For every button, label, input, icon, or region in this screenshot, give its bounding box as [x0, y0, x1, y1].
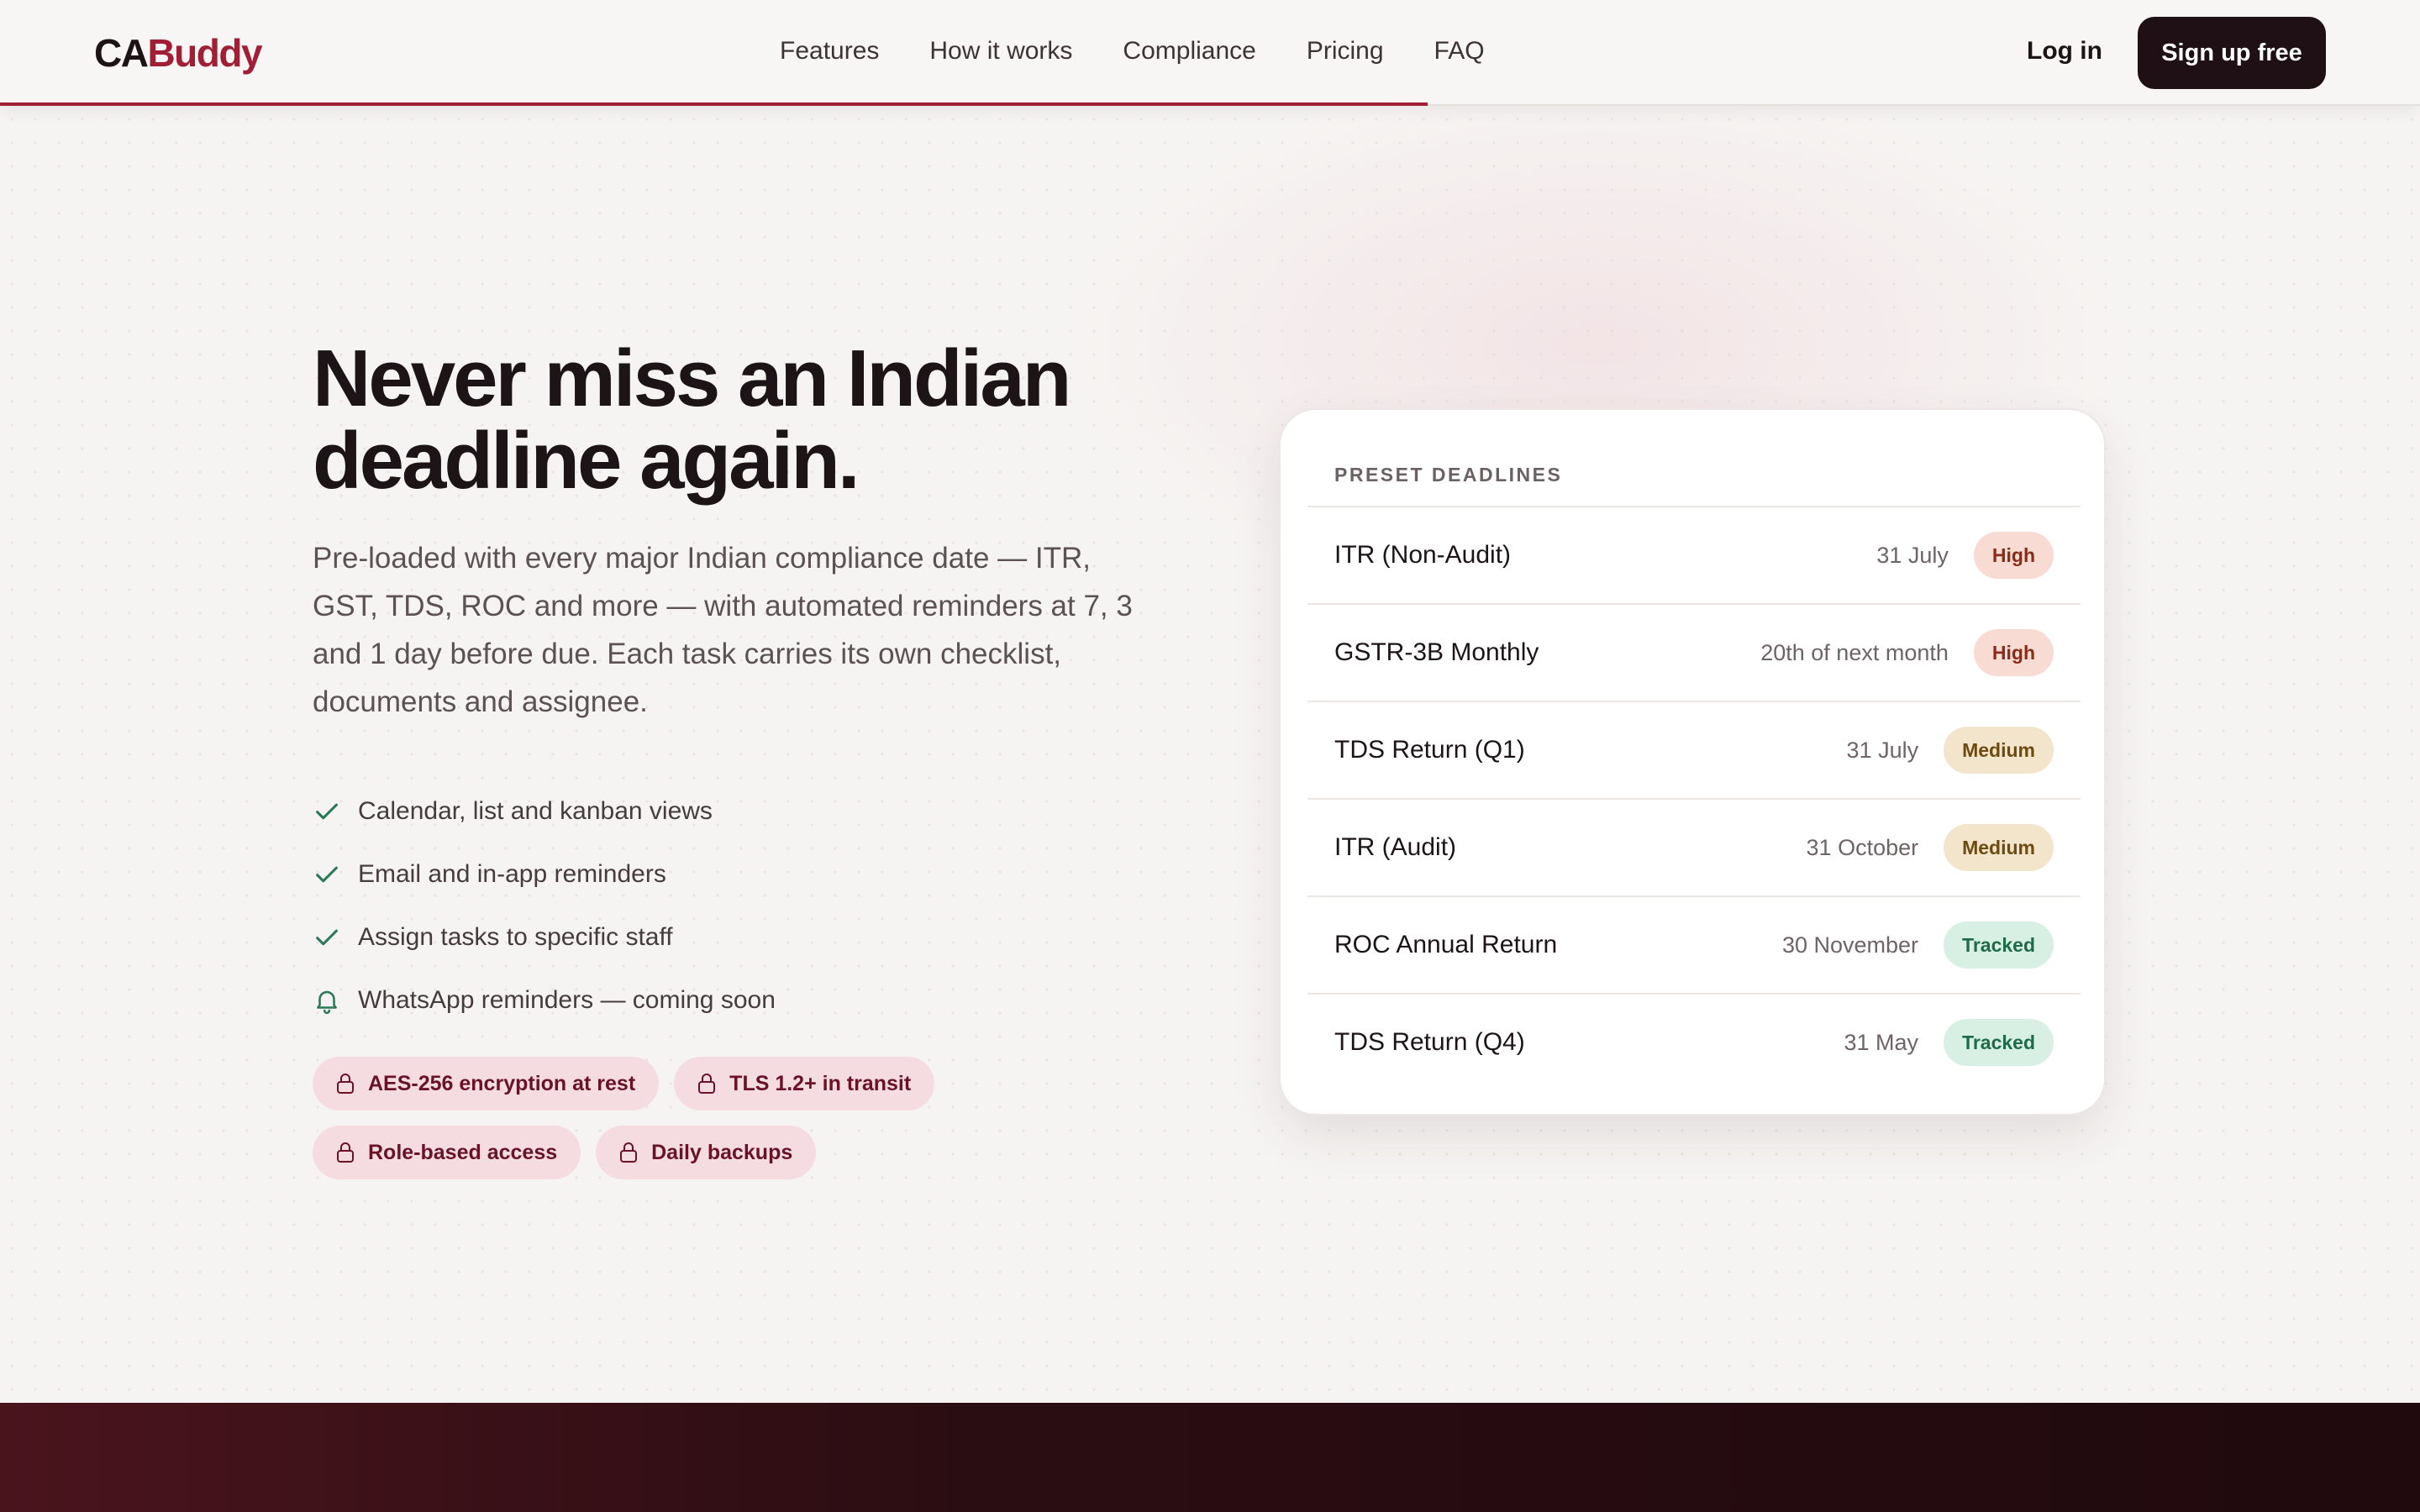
deadline-row: GSTR-3B Monthly 20th of next month High — [1307, 603, 2081, 701]
deadline-name: ROC Annual Return — [1334, 931, 1558, 958]
scroll-progress-bar — [0, 102, 1428, 106]
security-chip: Daily backups — [596, 1126, 817, 1179]
deadline-date: 31 July — [1876, 542, 1949, 568]
main-nav: Features How it works Compliance Pricing… — [780, 37, 1485, 66]
feature-item: WhatsApp reminders — coming soon — [313, 969, 776, 1032]
next-section-band — [0, 1403, 2420, 1512]
deadline-name: TDS Return (Q1) — [1334, 736, 1525, 764]
priority-badge: High — [1973, 532, 2054, 579]
deadline-date: 20th of next month — [1760, 639, 1949, 665]
lock-icon — [336, 1142, 355, 1163]
security-chip: Role-based access — [313, 1126, 581, 1179]
security-chip: AES-256 encryption at rest — [313, 1057, 660, 1110]
nav-link-features[interactable]: Features — [780, 37, 879, 66]
deadline-date: 31 May — [1844, 1029, 1919, 1055]
deadline-name: ITR (Audit) — [1334, 833, 1457, 861]
chip-text: TLS 1.2+ in transit — [729, 1071, 912, 1095]
card-heading: PRESET DEADLINES — [1334, 464, 1563, 486]
deadline-name: GSTR-3B Monthly — [1334, 638, 1539, 666]
priority-badge: High — [1973, 629, 2054, 676]
logo-text-dark: CA — [94, 31, 149, 75]
feature-item: Assign tasks to specific staff — [313, 906, 776, 969]
signup-button[interactable]: Sign up free — [2138, 17, 2326, 89]
feature-text: WhatsApp reminders — coming soon — [358, 985, 776, 1014]
deadline-date: 31 July — [1846, 737, 1919, 763]
security-chips: AES-256 encryption at rest TLS 1.2+ in t… — [313, 1057, 951, 1179]
lock-icon — [697, 1073, 716, 1095]
feature-item: Email and in-app reminders — [313, 843, 776, 906]
deadline-row: TDS Return (Q1) 31 July Medium — [1307, 701, 2081, 798]
feature-text: Calendar, list and kanban views — [358, 796, 713, 825]
chip-text: Role-based access — [368, 1140, 558, 1164]
check-icon — [313, 797, 341, 826]
feature-text: Assign tasks to specific staff — [358, 922, 673, 951]
security-chip: TLS 1.2+ in transit — [674, 1057, 935, 1110]
deadline-list: ITR (Non-Audit) 31 July High GSTR-3B Mon… — [1307, 506, 2081, 1090]
deadline-row: TDS Return (Q4) 31 May Tracked — [1307, 993, 2081, 1090]
priority-badge: Medium — [1944, 727, 2054, 774]
deadline-date: 31 October — [1806, 834, 1919, 860]
hero-subtitle: Pre-loaded with every major Indian compl… — [313, 542, 1133, 718]
deadline-date: 30 November — [1781, 932, 1919, 958]
preset-deadlines-card: PRESET DEADLINES ITR (Non-Audit) 31 July… — [1279, 408, 2106, 1116]
deadline-name: TDS Return (Q4) — [1334, 1028, 1525, 1056]
priority-badge: Tracked — [1944, 921, 2054, 969]
deadline-row: ITR (Non-Audit) 31 July High — [1307, 506, 2081, 603]
deadline-row: ITR (Audit) 31 October Medium — [1307, 798, 2081, 895]
priority-badge: Medium — [1944, 824, 2054, 871]
feature-list: Calendar, list and kanban views Email an… — [313, 780, 776, 1032]
nav-link-compliance[interactable]: Compliance — [1123, 37, 1255, 66]
deadline-row: ROC Annual Return 30 November Tracked — [1307, 895, 2081, 993]
nav-link-how-it-works[interactable]: How it works — [929, 37, 1072, 66]
feature-text: Email and in-app reminders — [358, 859, 666, 888]
logo[interactable]: CABuddy — [94, 30, 263, 76]
nav-link-pricing[interactable]: Pricing — [1307, 37, 1384, 66]
lock-icon — [619, 1142, 638, 1163]
site-header: CABuddy Features How it works Compliance… — [0, 0, 2420, 106]
lock-icon — [336, 1073, 355, 1095]
check-icon — [313, 923, 341, 952]
login-link[interactable]: Log in — [2027, 37, 2102, 66]
logo-text-accent: Buddy — [147, 31, 262, 75]
chip-text: Daily backups — [651, 1140, 793, 1164]
deadline-name: ITR (Non-Audit) — [1334, 541, 1512, 569]
bell-icon — [313, 986, 341, 1015]
nav-link-faq[interactable]: FAQ — [1434, 37, 1485, 66]
check-icon — [313, 860, 341, 889]
feature-item: Calendar, list and kanban views — [313, 780, 776, 843]
chip-text: AES-256 encryption at rest — [368, 1071, 636, 1095]
hero-title: Never miss an Indian deadline again. — [313, 333, 1071, 506]
priority-badge: Tracked — [1944, 1019, 2054, 1066]
